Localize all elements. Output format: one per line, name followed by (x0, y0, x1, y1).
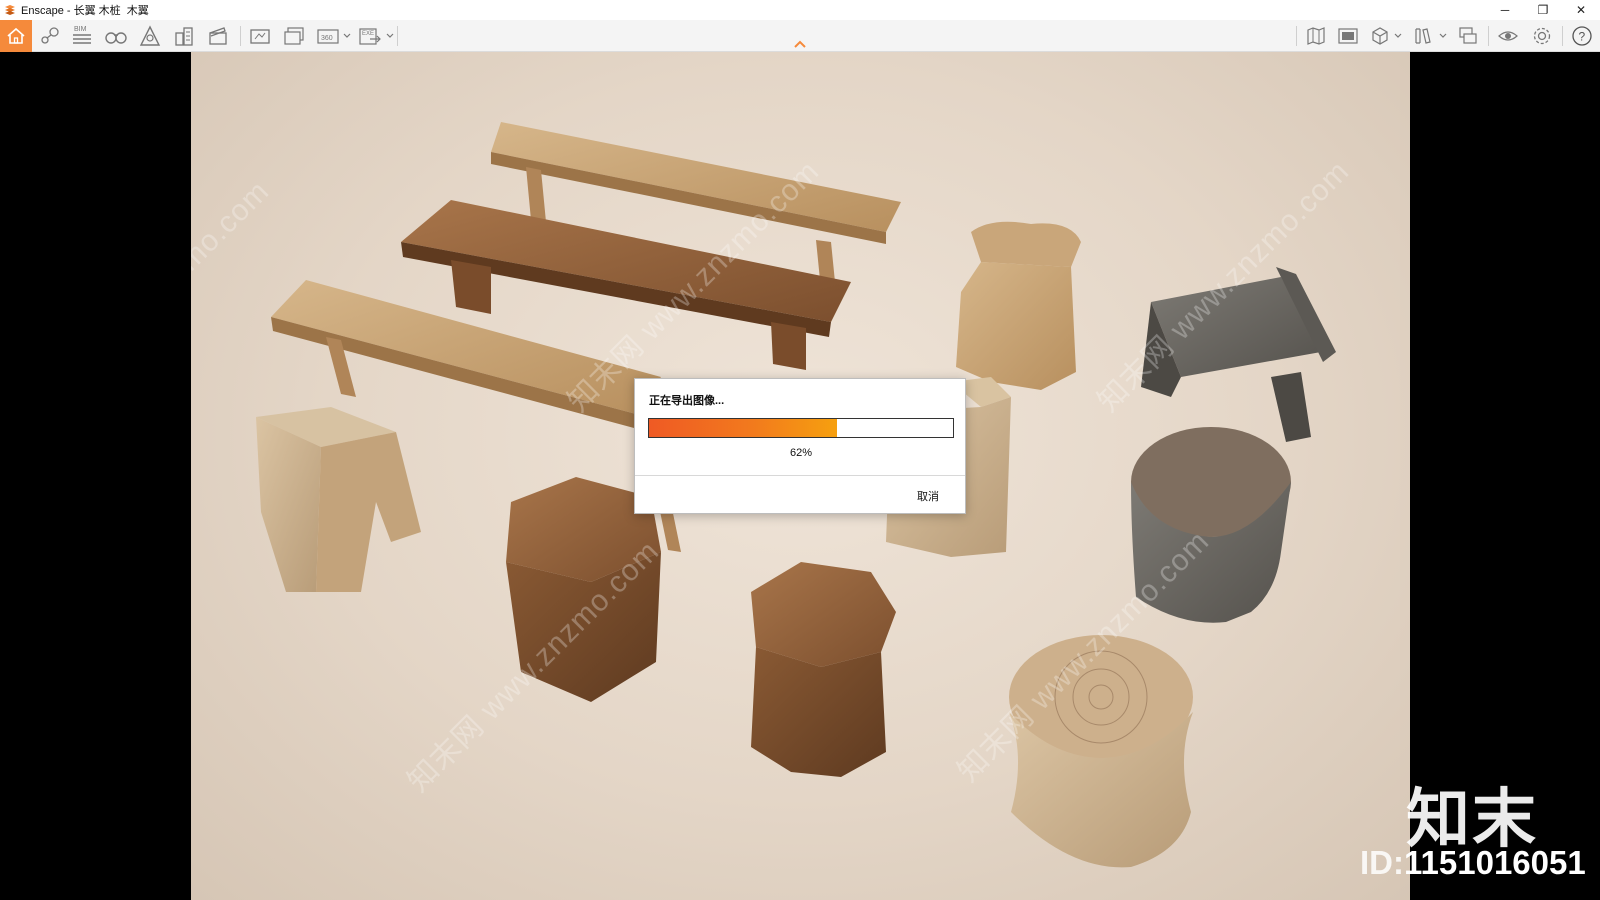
close-button[interactable]: ✕ (1562, 0, 1600, 20)
books-icon (1415, 28, 1431, 44)
export-progress-dialog: 正在导出图像... 62% 取消 (634, 378, 966, 514)
collaboration-icon (1459, 27, 1477, 44)
walk-mode-button[interactable] (102, 20, 130, 52)
bim-icon: BIM (73, 26, 91, 44)
title-bar: Enscape - 长翼 木桩 木翼 ─ ❐ ✕ (0, 0, 1600, 20)
toolbar-separator (240, 26, 241, 46)
dialog-title: 正在导出图像... (649, 395, 725, 407)
screenshot-icon (250, 29, 270, 44)
chevron-down-icon[interactable] (1439, 32, 1447, 40)
collapse-toolbar-icon[interactable] (792, 38, 808, 50)
asset-library-button[interactable] (136, 20, 164, 52)
toolbar-separator (397, 26, 398, 46)
panorama-360-icon: 360 (317, 29, 339, 44)
views-icon (1338, 28, 1358, 44)
enscape-logo-icon (3, 3, 17, 17)
export-progress-bar (648, 418, 954, 438)
progress-percent: 62% (789, 447, 813, 459)
window-title: Enscape - 长翼 木桩 木翼 (21, 5, 149, 17)
svg-text:?: ? (1579, 30, 1586, 44)
cube-button[interactable] (1366, 20, 1394, 52)
video-editor-button[interactable] (204, 20, 232, 52)
cancel-button[interactable]: 取消 (917, 488, 939, 504)
batch-render-button[interactable] (280, 20, 308, 52)
window-controls: ─ ❐ ✕ (1486, 0, 1600, 20)
clapperboard-icon (209, 27, 227, 45)
settings-button[interactable] (1528, 20, 1556, 52)
home-button[interactable] (0, 20, 32, 52)
bim-label: BIM (74, 26, 87, 33)
chevron-down-icon[interactable] (343, 32, 351, 40)
collaboration-button[interactable] (1454, 20, 1482, 52)
location-button[interactable] (36, 20, 64, 52)
toolbar-separator (1562, 26, 1563, 46)
map-icon (1307, 27, 1325, 45)
chevron-down-icon[interactable] (1394, 32, 1402, 40)
cube-icon (1372, 27, 1388, 45)
bim-button[interactable]: BIM (68, 20, 96, 52)
books-button[interactable] (1410, 20, 1438, 52)
panorama-label: 360 (321, 35, 333, 42)
location-icon (41, 27, 59, 44)
help-icon: ? (1572, 26, 1592, 46)
home-icon (7, 27, 25, 44)
buildings-icon (175, 27, 193, 46)
help-button[interactable]: ? (1568, 20, 1596, 52)
toolbar-separator (1296, 26, 1297, 46)
screenshot-button[interactable] (246, 20, 274, 52)
panorama-button[interactable]: 360 (314, 20, 342, 52)
brand-id-value: 1151016051 (1404, 844, 1586, 881)
binoculars-icon (105, 32, 127, 44)
chevron-down-icon[interactable] (386, 32, 394, 40)
toolbar-separator (1488, 26, 1489, 46)
batch-render-icon (284, 27, 304, 45)
progress-fill (649, 419, 838, 437)
brand-id: ID:1151016051 (1360, 844, 1586, 882)
exe-label: EXE (362, 31, 374, 37)
buildings-button[interactable] (170, 20, 198, 52)
brand-id-label: ID: (1360, 844, 1404, 881)
export-button[interactable]: EXE (356, 20, 384, 52)
minimize-button[interactable]: ─ (1486, 0, 1524, 20)
restore-button[interactable]: ❐ (1524, 0, 1562, 20)
visibility-button[interactable] (1494, 20, 1522, 52)
exe-export-icon: EXE (359, 28, 381, 45)
asset-library-icon (139, 25, 161, 46)
settings-icon (1533, 27, 1551, 45)
map-button[interactable] (1302, 20, 1330, 52)
visibility-icon (1498, 31, 1518, 41)
views-button[interactable] (1334, 20, 1362, 52)
dialog-divider (635, 475, 965, 476)
